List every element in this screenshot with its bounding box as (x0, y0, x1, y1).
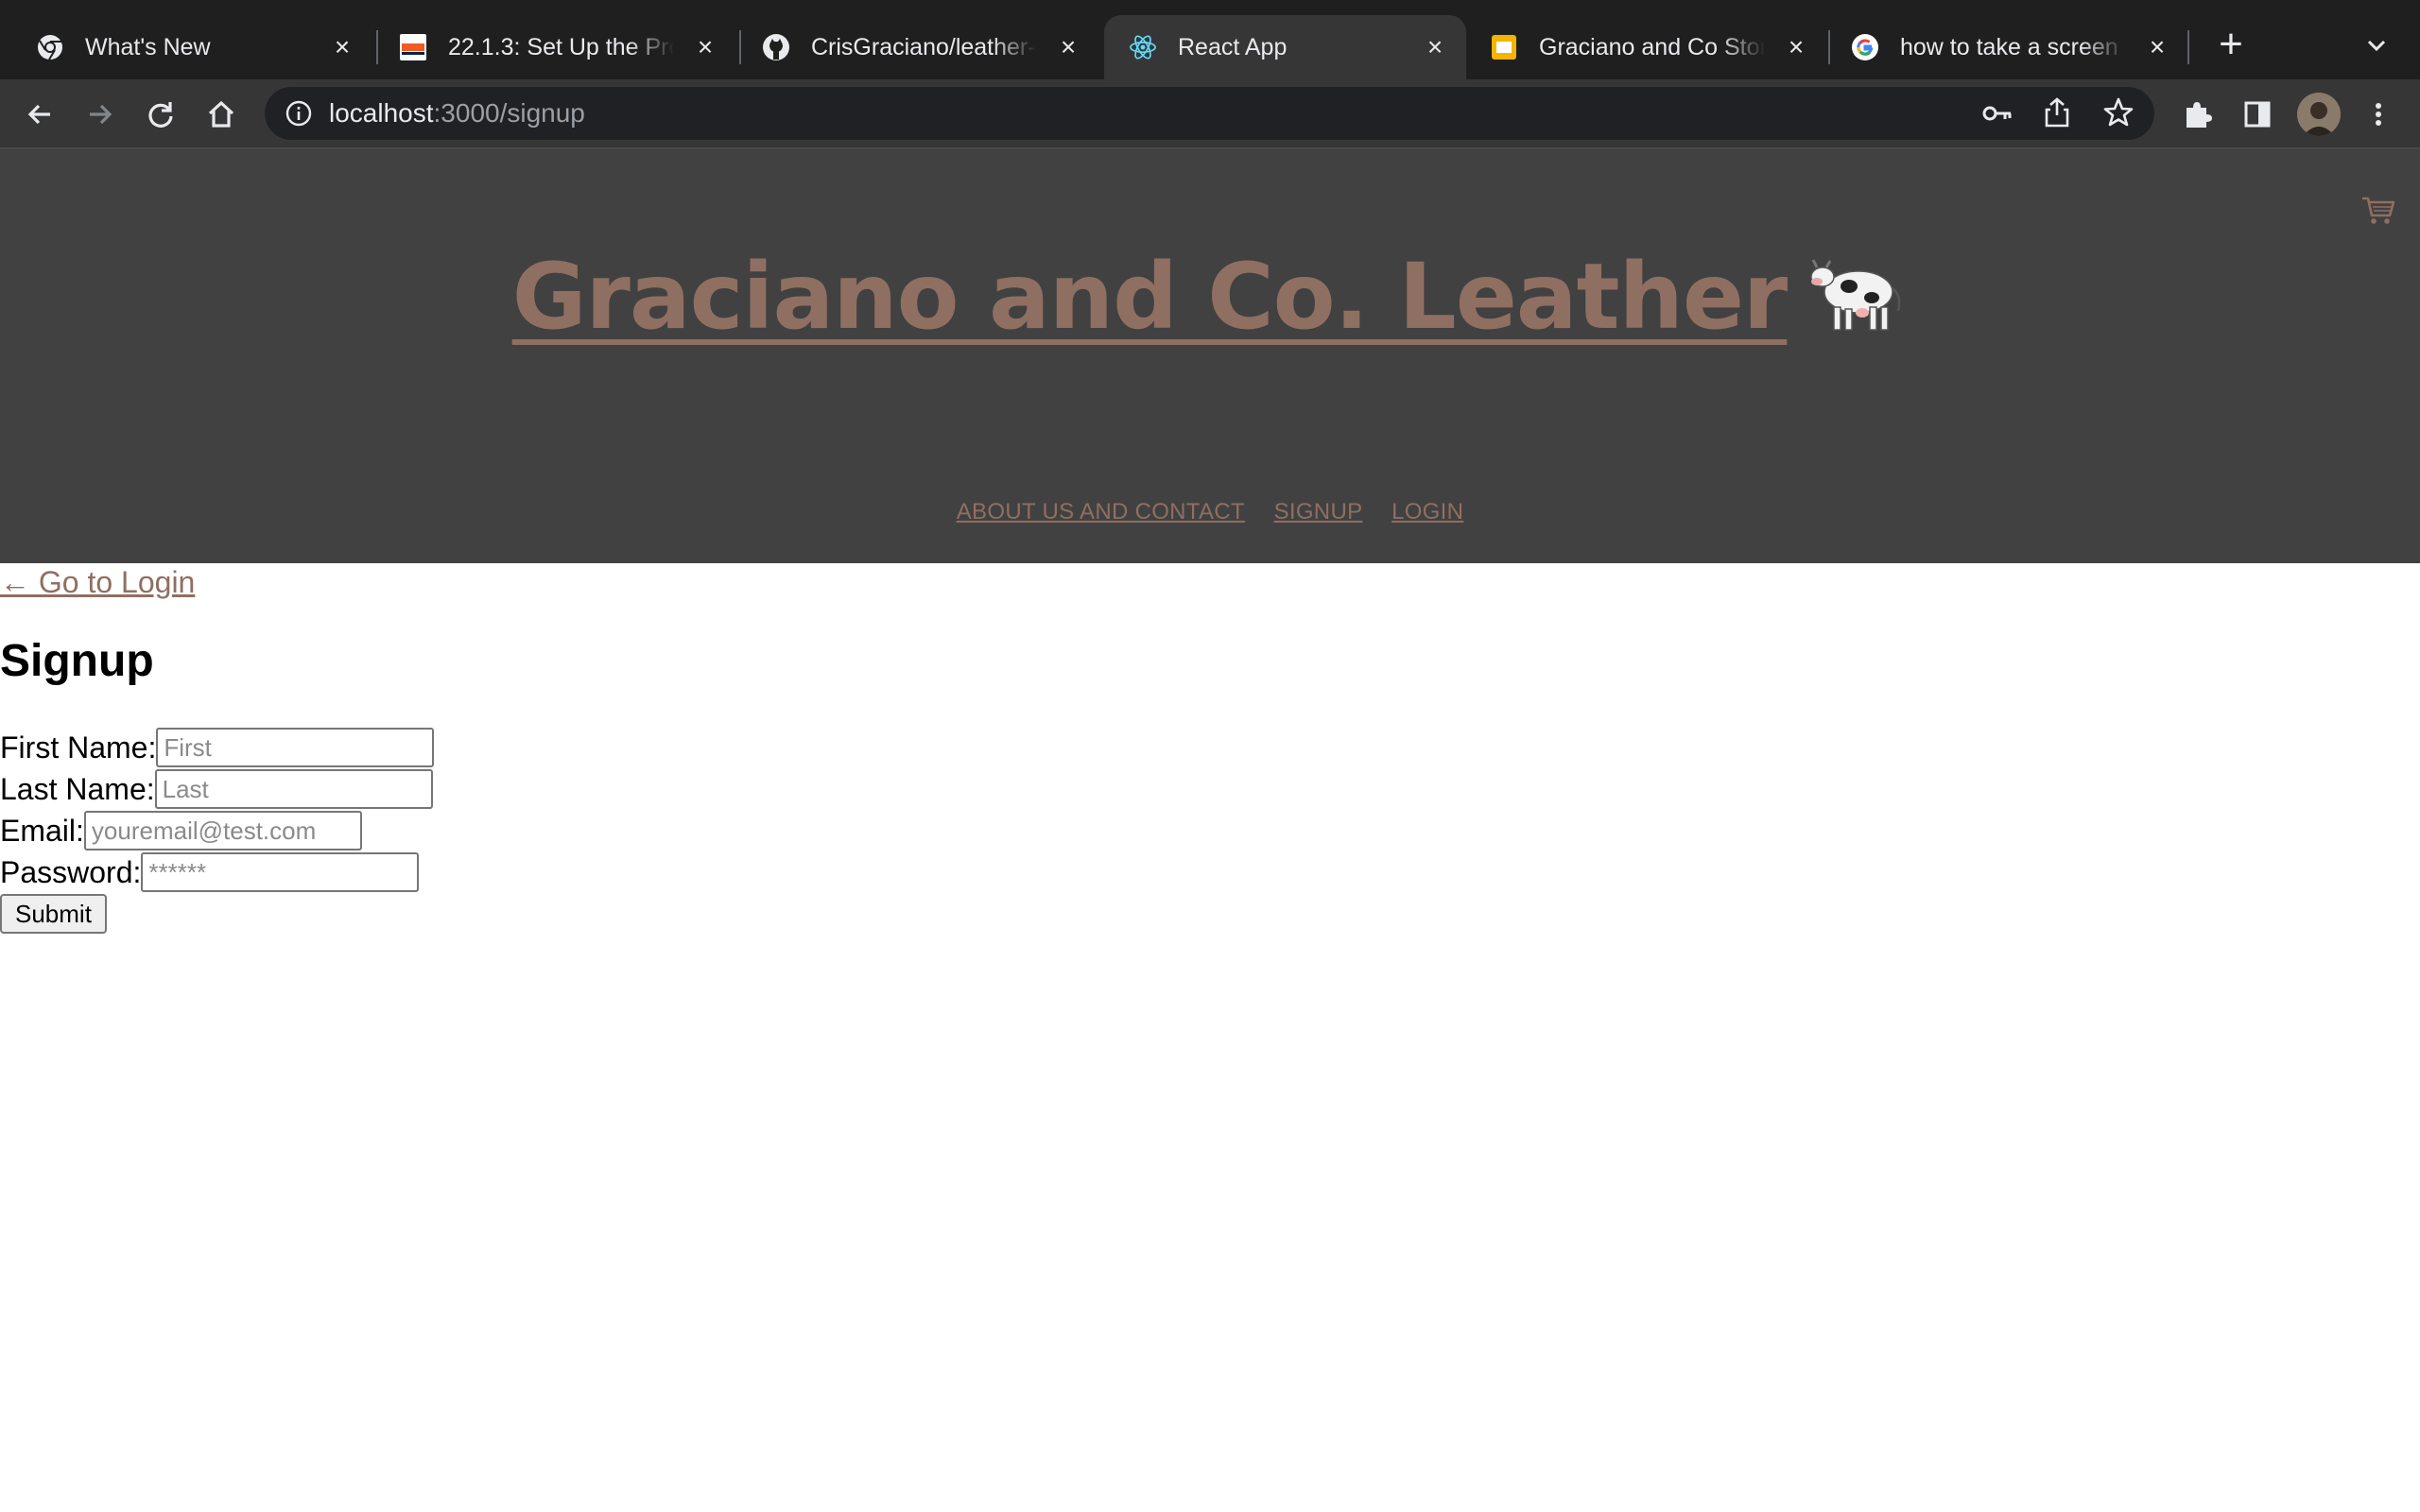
nav-about-contact[interactable]: ABOUT US AND CONTACT (957, 499, 1245, 524)
first-name-input[interactable] (156, 728, 435, 767)
extensions-button[interactable] (2176, 94, 2218, 135)
reload-icon (148, 102, 173, 128)
browser-menu-button[interactable] (2358, 94, 2399, 135)
arrow-left-icon (27, 104, 50, 125)
browser-toolbar: localhost:3000/signup (0, 79, 2420, 149)
last-name-row: Last Name: (0, 769, 433, 809)
url-host: localhost (329, 98, 434, 128)
tab-google-search[interactable]: how to take a screen print × (1826, 15, 2188, 79)
share-icon[interactable] (2042, 96, 2072, 133)
site-title: Graciano and Co. Leather (0, 244, 2420, 350)
close-icon[interactable]: × (691, 33, 719, 61)
new-tab-button[interactable]: + (2210, 24, 2252, 66)
password-row: Password: (0, 852, 420, 892)
puzzle-icon (2187, 102, 2212, 128)
tab-separator (2187, 30, 2189, 64)
site-header: Graciano and Co. Leather ABOUT US AND CO… (0, 149, 2420, 563)
info-icon[interactable] (284, 98, 314, 133)
cow-icon (1804, 250, 1908, 335)
address-bar[interactable]: localhost:3000/signup (265, 87, 2154, 140)
react-icon (1129, 33, 1157, 61)
main-nav: ABOUT US AND CONTACT SIGNUP LOGIN (0, 499, 2420, 525)
tab-title: What's New (85, 34, 211, 60)
tab-title: React App (1178, 34, 1288, 60)
reload-button[interactable] (140, 94, 182, 135)
close-icon[interactable]: × (1421, 33, 1449, 61)
nav-signup[interactable]: SIGNUP (1274, 499, 1363, 524)
last-name-label: Last Name: (0, 771, 155, 806)
site-title-text: Graciano and Co. Leather (511, 244, 1789, 350)
first-name-row: First Name: (0, 728, 435, 767)
password-label: Password: (0, 854, 142, 889)
side-panel-icon (2244, 101, 2271, 128)
back-button[interactable] (19, 94, 60, 135)
github-icon (762, 33, 790, 61)
email-label: Email: (0, 813, 84, 848)
forward-button[interactable] (79, 94, 121, 135)
tab-title: Graciano and Co Store (1539, 34, 1765, 60)
submit-button[interactable]: Submit (0, 894, 107, 934)
nav-login[interactable]: LOGIN (1392, 499, 1463, 524)
tab-title: 22.1.3: Set Up the Project (448, 34, 674, 60)
tab-search-button[interactable] (2358, 26, 2395, 64)
avatar[interactable] (2297, 93, 2341, 136)
email-row: Email: (0, 811, 362, 850)
side-panel-button[interactable] (2237, 94, 2278, 135)
more-vertical-icon (2376, 103, 2381, 126)
url-path: :3000/signup (433, 98, 585, 128)
close-icon[interactable]: × (1054, 33, 1082, 61)
chevron-down-icon (2367, 40, 2386, 52)
tab-title: how to take a screen print (1900, 34, 2126, 60)
shopping-cart-icon[interactable] (2360, 191, 2397, 229)
close-icon[interactable]: × (328, 33, 356, 61)
arrow-right-icon (90, 104, 112, 125)
page-title: Signup (0, 636, 154, 686)
first-name-label: First Name: (0, 730, 157, 765)
tab-title: CrisGraciano/leather-and-co (811, 34, 1037, 60)
close-icon[interactable]: × (1782, 33, 1810, 61)
tab-project-setup[interactable]: 22.1.3: Set Up the Project × (374, 15, 736, 79)
site-title-link[interactable]: Graciano and Co. Leather (512, 244, 1909, 350)
google-icon (1851, 33, 1879, 61)
password-field[interactable] (141, 852, 420, 892)
tab-react-app[interactable]: React App × (1104, 15, 1466, 79)
star-icon[interactable] (2102, 96, 2135, 133)
browser-tab-strip: What's New × 22.1.3: Set Up the Project … (0, 0, 2420, 79)
tab-store-slides[interactable]: Graciano and Co Store × (1465, 15, 1827, 79)
tab-whats-new[interactable]: What's New × (11, 15, 373, 79)
go-to-login-link[interactable]: ← Go to Login (0, 565, 195, 600)
last-name-input[interactable] (154, 769, 433, 809)
slides-icon (1490, 33, 1518, 61)
chrome-icon (36, 33, 64, 61)
url-text[interactable]: localhost:3000/signup (329, 98, 585, 129)
close-icon[interactable]: × (2143, 33, 2171, 61)
home-icon (208, 100, 234, 128)
utsa-icon (399, 33, 427, 61)
key-icon[interactable] (1981, 98, 2014, 133)
email-field[interactable] (83, 811, 362, 850)
tab-github-repo[interactable]: CrisGraciano/leather-and-co × (737, 15, 1099, 79)
home-button[interactable] (200, 94, 242, 135)
